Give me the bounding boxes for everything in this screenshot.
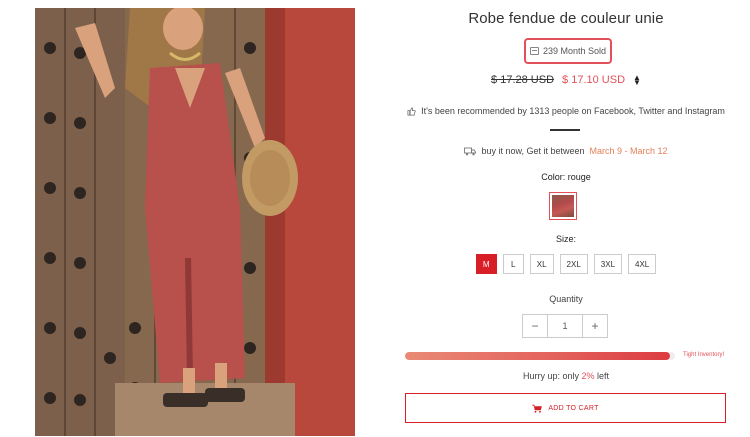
size-option-4xl[interactable]: 4XL bbox=[628, 254, 657, 274]
add-to-cart-button[interactable]: ADD TO CART bbox=[405, 393, 726, 423]
size-option-3xl[interactable]: 3XL bbox=[593, 254, 623, 274]
size-option-xl[interactable]: XL bbox=[529, 254, 554, 274]
old-price: $ 17.28 USD bbox=[491, 74, 555, 86]
thumbs-up-icon bbox=[407, 107, 416, 115]
size-option-2xl[interactable]: 2XL bbox=[559, 254, 588, 274]
delivery-prefix: buy it now, Get it between bbox=[481, 146, 585, 156]
delivery-row: buy it now, Get it between March 9 - Mar… bbox=[400, 146, 732, 156]
quantity-increase-button[interactable]: + bbox=[583, 315, 607, 337]
sort-arrows-icon[interactable]: ▲ ▼ bbox=[633, 74, 641, 87]
size-options: M L XL 2XL 3XL 4XL bbox=[400, 254, 732, 274]
hurry-suffix: left bbox=[597, 371, 610, 381]
color-label: Color: rouge bbox=[541, 172, 591, 182]
quantity-decrease-button[interactable]: − bbox=[523, 315, 547, 337]
price-row: $ 17.28 USD $ 17.10 USD ▲ ▼ bbox=[400, 74, 732, 87]
size-option-l[interactable]: L bbox=[502, 254, 524, 274]
inventory-progress-fill bbox=[405, 352, 670, 360]
hurry-prefix: Hurry up: only bbox=[522, 371, 579, 381]
product-detail-panel: Robe fendue de couleur unie 239 Month So… bbox=[400, 0, 732, 437]
quantity-label: Quantity bbox=[549, 294, 583, 304]
add-to-cart-label: ADD TO CART bbox=[548, 404, 599, 412]
truck-icon bbox=[464, 147, 477, 155]
divider bbox=[550, 129, 580, 131]
size-option-m[interactable]: M bbox=[475, 254, 497, 274]
month-sold-badge: 239 Month Sold bbox=[524, 38, 612, 64]
inventory-progress-bar bbox=[405, 352, 675, 360]
delivery-dates: March 9 - March 12 bbox=[589, 146, 668, 156]
cart-icon bbox=[532, 404, 543, 413]
color-swatch-image bbox=[552, 195, 574, 217]
tight-inventory-label: Tight Inventory! bbox=[683, 352, 725, 358]
recommendation-row: It's been recommended by 1313 people on … bbox=[400, 106, 732, 116]
hurry-percent: 2% bbox=[581, 371, 595, 381]
recommendation-text: It's been recommended by 1313 people on … bbox=[421, 106, 725, 116]
product-image[interactable] bbox=[35, 8, 355, 436]
product-photo-illustration bbox=[35, 8, 355, 436]
hurry-text: Hurry up: only 2% left bbox=[400, 371, 732, 381]
size-label: Size: bbox=[555, 234, 576, 244]
quantity-input[interactable]: 1 bbox=[547, 315, 583, 337]
calendar-icon bbox=[529, 47, 539, 55]
month-sold-text: 239 Month Sold bbox=[542, 46, 607, 56]
product-title: Robe fendue de couleur unie bbox=[468, 10, 664, 27]
new-price: $ 17.10 USD bbox=[562, 74, 626, 86]
quantity-stepper: − 1 + bbox=[522, 314, 608, 338]
color-swatch-rouge[interactable] bbox=[549, 192, 577, 220]
